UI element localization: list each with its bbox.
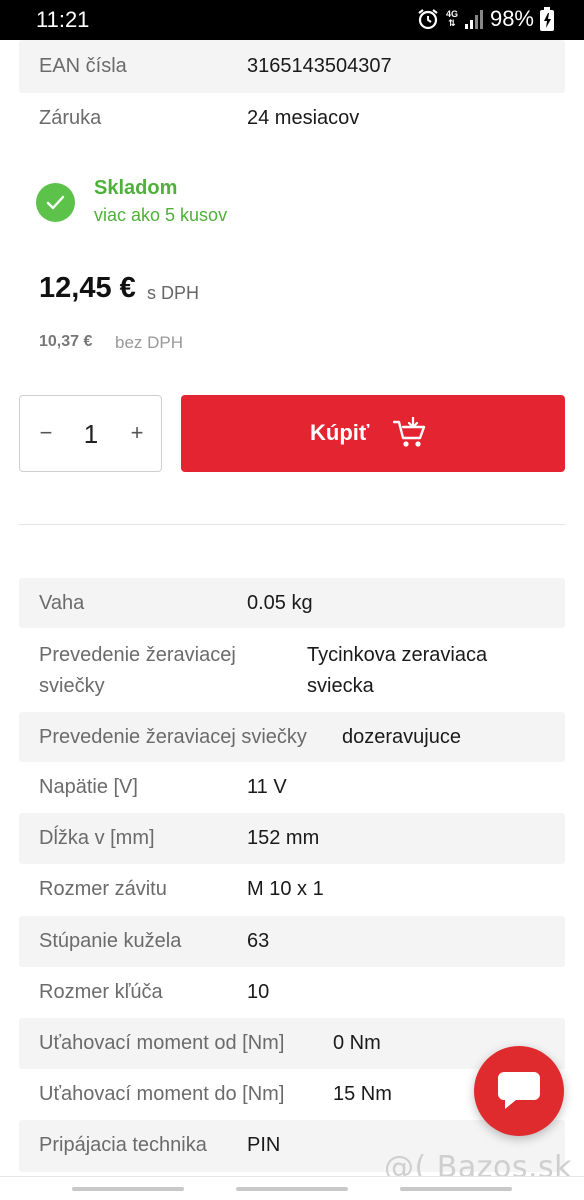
- spec-label: Pripájacia technika: [39, 1134, 207, 1156]
- spec-label: Rozmer kľúča: [39, 981, 163, 1003]
- spec-value: 15 Nm: [333, 1083, 392, 1105]
- stock-status-subtitle: viac ako 5 kusov: [94, 205, 228, 225]
- chat-button[interactable]: [474, 1046, 564, 1136]
- decrease-quantity-button[interactable]: −: [36, 420, 56, 446]
- status-time: 11:21: [36, 7, 90, 32]
- spec-label: Rozmer závitu: [39, 878, 167, 900]
- price-with-vat: 12,45 €: [39, 272, 136, 304]
- spec-row-ean: EAN čísla 3165143504307: [19, 40, 565, 93]
- spec-label: Stúpanie kužela: [39, 930, 182, 952]
- check-icon: [36, 183, 75, 222]
- spec-label: Uťahovací moment od [Nm]: [39, 1032, 285, 1054]
- increase-quantity-button[interactable]: +: [127, 420, 147, 446]
- spec-value: dozeravujuce: [342, 726, 461, 748]
- table-row: Napätie [V] 11 V: [19, 762, 565, 813]
- table-row: Prevedenie žeraviacej sviečky dozeravuju…: [19, 712, 565, 762]
- spec-value: 11 V: [247, 776, 287, 798]
- signal-icon: [464, 10, 483, 29]
- battery-charging-icon: [540, 7, 554, 31]
- buy-button-label: Kúpiť: [310, 420, 370, 445]
- spec-label: Záruka: [39, 107, 102, 129]
- price-without-vat: 10,37 €: [39, 333, 93, 350]
- spec-value: 63: [247, 930, 270, 952]
- spec-label: Prevedenie žeraviacej sviečky: [39, 726, 307, 748]
- spec-label: Napätie [V]: [39, 776, 138, 798]
- spec-value: 10: [247, 981, 270, 1003]
- spec-label: EAN čísla: [39, 55, 127, 77]
- nav-home-handle[interactable]: [236, 1187, 348, 1191]
- chat-bubble-icon: [498, 1072, 540, 1109]
- navigation-bar: [0, 1176, 584, 1200]
- spec-label: Dĺžka v [mm]: [39, 827, 155, 849]
- quantity-stepper: − +: [19, 395, 162, 472]
- spec-value: 3165143504307: [247, 55, 392, 77]
- table-row: Rozmer závitu M 10 x 1: [19, 864, 565, 916]
- alarm-icon: [418, 9, 438, 30]
- spec-label: Prevedenie žeraviacej sviečky: [39, 644, 236, 697]
- battery-percent: 98%: [489, 6, 534, 31]
- spec-value: PIN: [247, 1134, 281, 1156]
- spec-value: Tycinkova zeraviaca sviecka: [307, 644, 488, 697]
- price-without-vat-label: bez DPH: [115, 333, 184, 352]
- spec-value: 24 mesiacov: [247, 107, 360, 129]
- spec-row-warranty: Záruka 24 mesiacov: [19, 93, 565, 144]
- quantity-input[interactable]: [72, 419, 110, 450]
- spec-value: M 10 x 1: [247, 878, 324, 900]
- nav-back-handle[interactable]: [72, 1187, 184, 1191]
- spec-value: 0.05 kg: [247, 592, 313, 614]
- stock-status-title: Skladom: [94, 177, 178, 199]
- table-row: Vaha 0.05 kg: [19, 578, 565, 628]
- spec-label: Uťahovací moment do [Nm]: [39, 1083, 285, 1105]
- spec-label: Vaha: [39, 592, 85, 614]
- price-with-vat-label: s DPH: [147, 283, 200, 303]
- table-row: Prevedenie žeraviacej sviečky Tycinkova …: [19, 628, 565, 712]
- buy-button[interactable]: Kúpiť: [181, 395, 565, 472]
- status-bar: 11:21 4G ⇅ 98%: [0, 0, 584, 40]
- spec-value: 0 Nm: [333, 1032, 381, 1054]
- table-row: Rozmer kľúča 10: [19, 967, 565, 1018]
- table-row: Dĺžka v [mm] 152 mm: [19, 813, 565, 864]
- nav-recents-handle[interactable]: [400, 1187, 512, 1191]
- table-row: Stúpanie kužela 63: [19, 916, 565, 967]
- section-divider: [19, 524, 565, 525]
- table-row: Uťahovací moment od [Nm] 0 Nm: [19, 1018, 565, 1069]
- status-icons: 4G ⇅ 98%: [416, 6, 554, 32]
- spec-value: 152 mm: [247, 827, 320, 849]
- add-to-cart-icon: [393, 417, 426, 447]
- network-type: 4G ⇅: [445, 9, 458, 28]
